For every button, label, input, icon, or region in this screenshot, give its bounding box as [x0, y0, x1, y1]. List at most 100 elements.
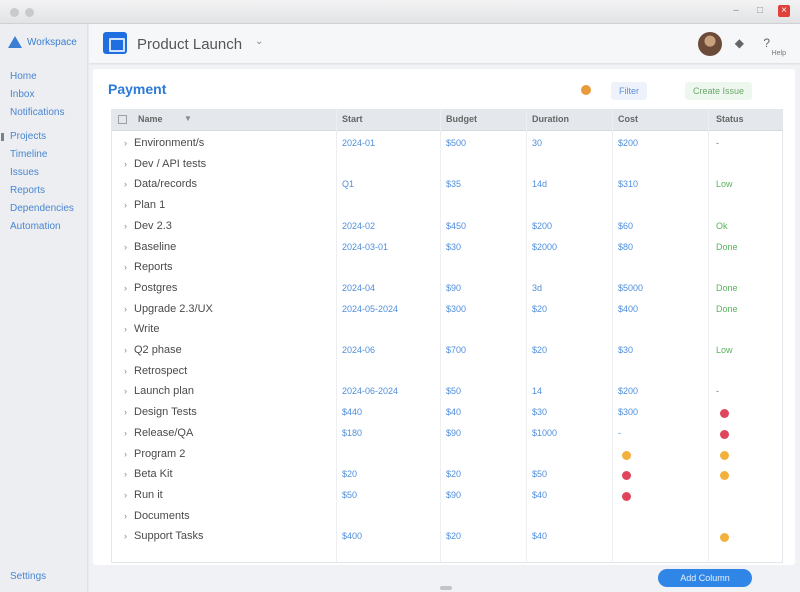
cell-duration[interactable]: $2000	[532, 242, 557, 252]
cell-budget[interactable]: $90	[446, 283, 461, 293]
sidebar-item-home[interactable]: Home	[10, 68, 74, 86]
sort-icon[interactable]: ▼	[184, 114, 192, 123]
help-icon[interactable]: ?	[763, 36, 770, 50]
cell-cost[interactable]: $200	[618, 138, 638, 148]
row-name[interactable]: Beta Kit	[134, 468, 173, 480]
table-row[interactable]: › Beta Kit $20 $20 $50	[112, 465, 782, 485]
row-name[interactable]: Design Tests	[134, 406, 197, 418]
table-row[interactable]: › Retrospect	[112, 362, 782, 382]
expand-chevron-icon[interactable]: ›	[124, 490, 127, 500]
cell-start[interactable]: $50	[342, 490, 357, 500]
expand-chevron-icon[interactable]: ›	[124, 345, 127, 355]
cell-duration[interactable]: 30	[532, 138, 542, 148]
column-header-duration[interactable]: Duration	[532, 114, 569, 124]
sidebar-item-issues[interactable]: Issues	[10, 164, 74, 182]
expand-chevron-icon[interactable]: ›	[124, 324, 127, 334]
cell-start[interactable]: Q1	[342, 179, 354, 189]
cell-duration[interactable]: 14	[532, 386, 542, 396]
cell-status[interactable]: Low	[716, 179, 733, 189]
bug-icon[interactable]	[581, 85, 591, 95]
close-icon[interactable]: ×	[778, 5, 790, 17]
cell-cost[interactable]: $60	[618, 221, 633, 231]
cell-budget[interactable]: $90	[446, 428, 461, 438]
expand-chevron-icon[interactable]: ›	[124, 159, 127, 169]
expand-chevron-icon[interactable]: ›	[124, 179, 127, 189]
table-row[interactable]: › Release/QA $180 $90 $1000 -	[112, 424, 782, 444]
column-header-start[interactable]: Start	[342, 114, 363, 124]
resize-handle[interactable]	[440, 586, 452, 590]
table-row[interactable]: › Plan 1	[112, 196, 782, 216]
expand-chevron-icon[interactable]: ›	[124, 262, 127, 272]
cell-start[interactable]: 2024-02	[342, 221, 375, 231]
row-name[interactable]: Data/records	[134, 178, 197, 190]
row-name[interactable]: Q2 phase	[134, 344, 182, 356]
row-name[interactable]: Postgres	[134, 282, 177, 294]
project-icon[interactable]	[103, 32, 127, 54]
sidebar-settings-link[interactable]: Settings	[10, 571, 46, 582]
row-name[interactable]: Release/QA	[134, 427, 193, 439]
row-name[interactable]: Environment/s	[134, 137, 204, 149]
table-row[interactable]: › Upgrade 2.3/UX 2024-05-2024 $300 $20 $400 Do…	[112, 300, 782, 320]
cell-duration[interactable]: $40	[532, 531, 547, 541]
cell-cost[interactable]: -	[618, 428, 621, 438]
expand-chevron-icon[interactable]: ›	[124, 469, 127, 479]
cell-budget[interactable]: $450	[446, 221, 466, 231]
row-name[interactable]: Support Tasks	[134, 530, 204, 542]
table-row[interactable]: › Reports	[112, 258, 782, 278]
row-name[interactable]: Write	[134, 323, 159, 335]
sidebar-item-projects[interactable]: Projects	[1, 128, 74, 146]
cell-start[interactable]: 2024-06	[342, 345, 375, 355]
expand-chevron-icon[interactable]: ›	[124, 304, 127, 314]
cell-duration[interactable]: $20	[532, 304, 547, 314]
table-row[interactable]: › Baseline 2024-03-01 $30 $2000 $80 Done	[112, 238, 782, 258]
expand-chevron-icon[interactable]: ›	[124, 283, 127, 293]
cell-start[interactable]: 2024-03-01	[342, 242, 388, 252]
table-row[interactable]: › Q2 phase 2024-06 $700 $20 $30 Low	[112, 341, 782, 361]
cell-budget[interactable]: $20	[446, 469, 461, 479]
cell-budget[interactable]: $40	[446, 407, 461, 417]
cell-start[interactable]: 2024-04	[342, 283, 375, 293]
row-name[interactable]: Dev / API tests	[134, 158, 206, 170]
cell-duration[interactable]: $50	[532, 469, 547, 479]
cell-budget[interactable]: $700	[446, 345, 466, 355]
cell-budget[interactable]: $35	[446, 179, 461, 189]
column-header-name[interactable]: Name	[138, 114, 163, 124]
cell-cost[interactable]: $300	[618, 407, 638, 417]
sidebar-item-inbox[interactable]: Inbox	[10, 86, 74, 104]
table-row[interactable]: › Launch plan 2024-06-2024 $50 14 $200 -	[112, 382, 782, 402]
row-name[interactable]: Reports	[134, 261, 173, 273]
row-name[interactable]: Dev 2.3	[134, 220, 172, 232]
cell-budget[interactable]: $20	[446, 531, 461, 541]
maximize-icon[interactable]: □	[754, 5, 766, 17]
cell-duration[interactable]: $20	[532, 345, 547, 355]
chevron-down-icon[interactable]: ⌄	[255, 36, 263, 47]
add-column-button[interactable]: Add Column	[658, 569, 752, 587]
row-name[interactable]: Baseline	[134, 241, 176, 253]
expand-chevron-icon[interactable]: ›	[124, 386, 127, 396]
sidebar-item-timeline[interactable]: Timeline	[10, 146, 74, 164]
table-row[interactable]: › Documents	[112, 507, 782, 527]
row-name[interactable]: Retrospect	[134, 365, 187, 377]
cell-start[interactable]: 2024-01	[342, 138, 375, 148]
create-issue-button[interactable]: Create Issue	[685, 82, 753, 100]
table-row[interactable]: › Dev / API tests	[112, 155, 782, 175]
table-row[interactable]: › Program 2	[112, 445, 782, 465]
window-dot[interactable]	[25, 8, 34, 17]
cell-status[interactable]: Done	[716, 304, 738, 314]
row-name[interactable]: Documents	[134, 510, 190, 522]
cell-duration[interactable]: 14d	[532, 179, 547, 189]
cell-status[interactable]: Done	[716, 283, 738, 293]
expand-chevron-icon[interactable]: ›	[124, 449, 127, 459]
minimize-icon[interactable]: –	[730, 5, 742, 17]
bell-icon[interactable]: ◆	[735, 36, 744, 50]
cell-cost[interactable]: $5000	[618, 283, 643, 293]
cell-budget[interactable]: $90	[446, 490, 461, 500]
cell-start[interactable]: $180	[342, 428, 362, 438]
table-row[interactable]: › Run it $50 $90 $40	[112, 486, 782, 506]
cell-budget[interactable]: $300	[446, 304, 466, 314]
expand-chevron-icon[interactable]: ›	[124, 511, 127, 521]
table-row[interactable]: › Design Tests $440 $40 $30 $300	[112, 403, 782, 423]
row-name[interactable]: Run it	[134, 489, 163, 501]
cell-status[interactable]: Low	[716, 345, 733, 355]
column-header-budget[interactable]: Budget	[446, 114, 477, 124]
